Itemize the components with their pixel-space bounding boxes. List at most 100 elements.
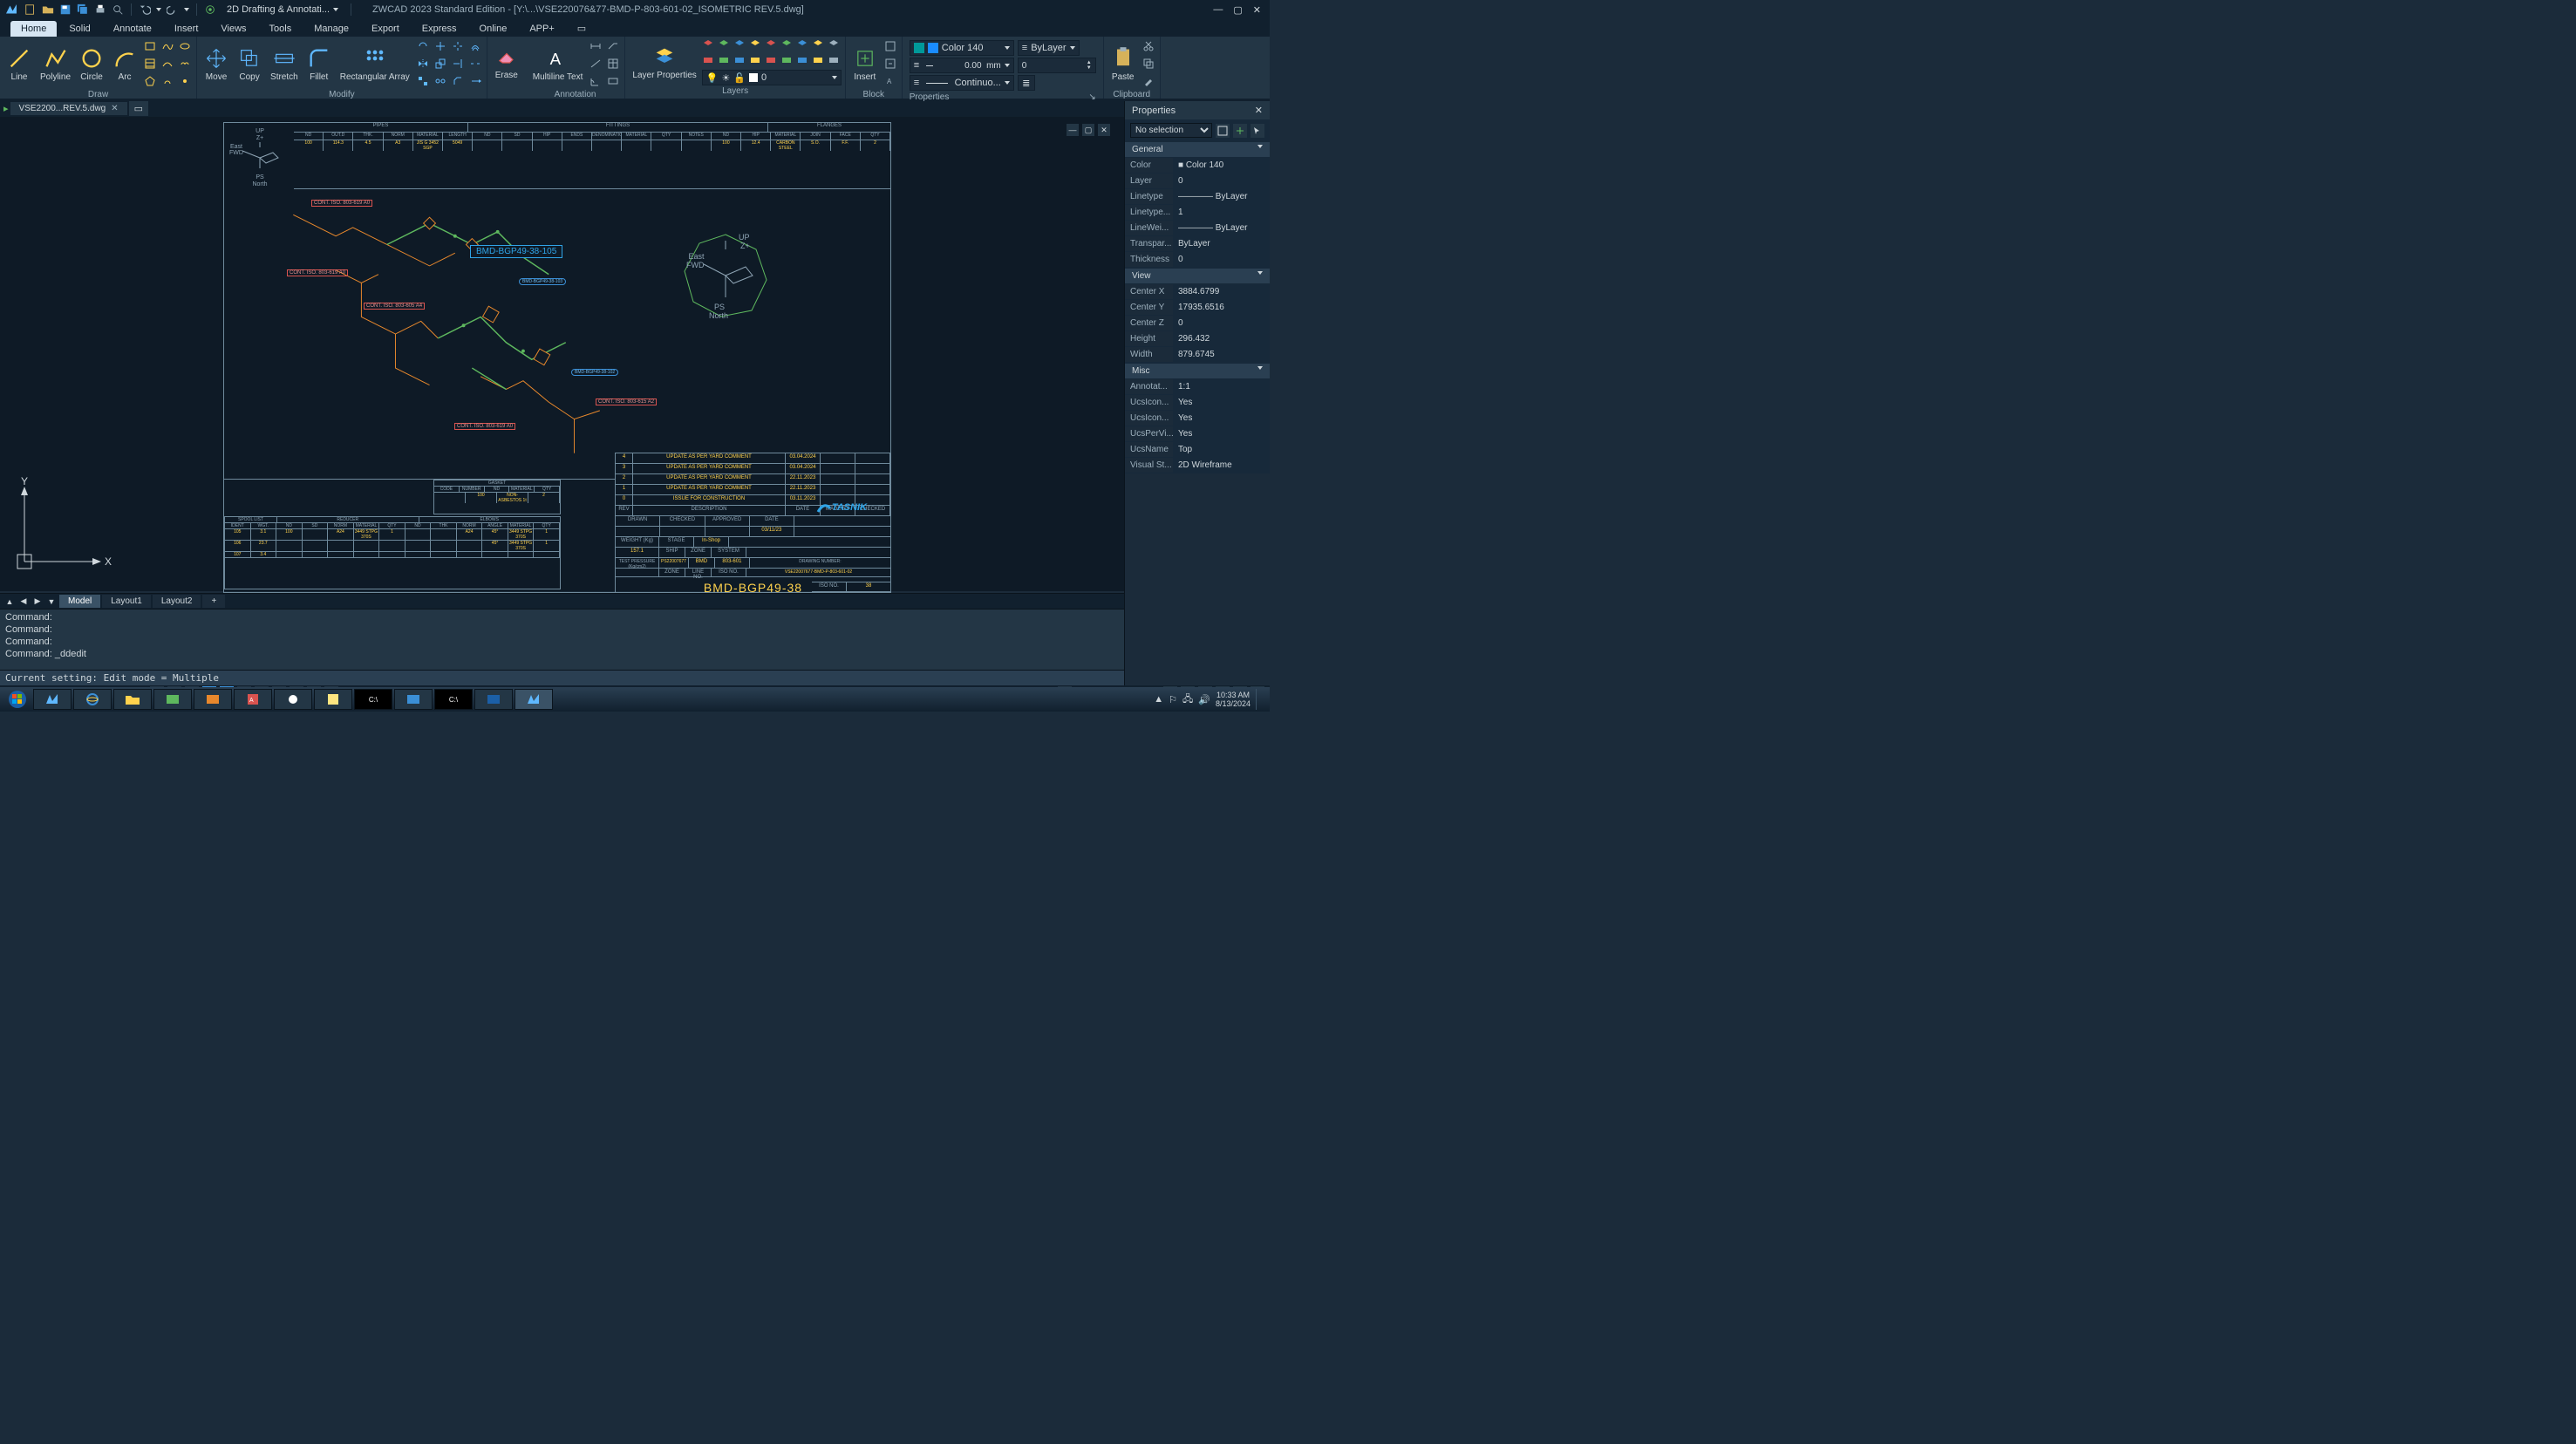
prop-row[interactable]: UcsIcon...Yes xyxy=(1125,411,1270,426)
layer-state-6-icon[interactable] xyxy=(780,38,794,52)
tool-extend-icon[interactable] xyxy=(450,56,466,72)
drawing-area[interactable]: — ▢ ✕ Y X UP Z+ EastFWD PS North PIPES F… xyxy=(0,117,1124,591)
prop-section-misc[interactable]: Misc xyxy=(1125,363,1270,379)
tool-move[interactable]: Move xyxy=(201,44,232,84)
tool-trim-icon[interactable] xyxy=(433,38,448,54)
layer-state-5-icon[interactable] xyxy=(765,38,779,52)
tool-dim-angular-icon[interactable] xyxy=(588,73,603,89)
tab-views[interactable]: Views xyxy=(210,21,256,37)
minimize-button[interactable]: — xyxy=(1213,4,1223,16)
select-objects-icon[interactable] xyxy=(1251,124,1264,138)
tool-explode-icon[interactable] xyxy=(450,38,466,54)
color-selector[interactable]: Color 140 xyxy=(910,40,1014,56)
taskbar-pdf-icon[interactable]: A xyxy=(234,689,272,710)
layer-state-3-icon[interactable] xyxy=(733,38,747,52)
command-history[interactable]: Command: Command: Command: Command: _dde… xyxy=(0,609,1124,670)
tool-insert[interactable]: Insert xyxy=(849,44,881,84)
tab-export[interactable]: Export xyxy=(361,21,410,37)
tool-dim-linear-icon[interactable] xyxy=(588,38,603,54)
layer-state-8-icon[interactable] xyxy=(812,38,826,52)
tool-ellipse-icon[interactable] xyxy=(177,38,193,54)
layer-state-4-icon[interactable] xyxy=(749,38,763,52)
tray-network-icon[interactable]: 🖧 xyxy=(1182,691,1193,708)
tool-stretch[interactable]: Stretch xyxy=(267,44,302,84)
tool-spline-icon[interactable] xyxy=(160,38,175,54)
layer-tool-5-icon[interactable] xyxy=(765,54,779,68)
prop-row[interactable]: Linetype...1 xyxy=(1125,205,1270,221)
tool-break-icon[interactable] xyxy=(467,56,483,72)
tool-field-icon[interactable] xyxy=(605,73,621,89)
clipboard-match-icon[interactable] xyxy=(1141,73,1156,89)
pick-add-icon[interactable] xyxy=(1233,124,1247,138)
command-input[interactable] xyxy=(5,672,1119,684)
file-tab-home-icon[interactable]: ▸ xyxy=(3,103,9,114)
file-tab-new-icon[interactable]: ▭ xyxy=(129,101,148,116)
layer-state-9-icon[interactable] xyxy=(828,38,842,52)
layout-tab-model[interactable]: Model xyxy=(59,595,100,608)
layout-tab-2[interactable]: Layout2 xyxy=(153,595,201,608)
layer-tool-4-icon[interactable] xyxy=(749,54,763,68)
layer-tool-2-icon[interactable] xyxy=(718,54,732,68)
workspace-selector[interactable]: 2D Drafting & Annotati... xyxy=(221,4,344,15)
properties-close-icon[interactable]: ✕ xyxy=(1255,105,1263,116)
pipe-tag-main[interactable]: BMD-BGP49-38-105 xyxy=(470,245,562,258)
tool-rotate-icon[interactable] xyxy=(415,38,431,54)
tool-point-icon[interactable] xyxy=(177,73,193,89)
tool-fillet[interactable]: Fillet xyxy=(303,44,335,84)
layout-last-icon[interactable]: ▼ xyxy=(45,597,58,606)
bylayer-selector[interactable]: ≡ByLayer xyxy=(1018,40,1080,56)
tray-up-icon[interactable]: ▲ xyxy=(1154,694,1163,705)
taskbar-ie-icon[interactable] xyxy=(73,689,112,710)
clipboard-copy-icon[interactable] xyxy=(1141,56,1156,72)
taskbar-cmd-icon[interactable]: C:\ xyxy=(354,689,392,710)
layer-state-7-icon[interactable] xyxy=(796,38,810,52)
layout-tab-1[interactable]: Layout1 xyxy=(102,595,151,608)
tool-arc[interactable]: Arc xyxy=(109,44,140,84)
taskbar-app1-icon[interactable] xyxy=(153,689,192,710)
tool-hatch-icon[interactable] xyxy=(142,56,158,72)
tool-line[interactable]: Line xyxy=(3,44,35,84)
layout-first-icon[interactable]: ▲ xyxy=(3,597,16,606)
layout-next-icon[interactable]: ▶ xyxy=(31,596,44,606)
tool-join-icon[interactable] xyxy=(433,73,448,89)
tool-donut-icon[interactable] xyxy=(160,73,175,89)
prop-row[interactable]: UcsNameTop xyxy=(1125,442,1270,458)
qat-save-icon[interactable] xyxy=(59,3,72,16)
taskbar-explorer-icon[interactable] xyxy=(113,689,152,710)
prop-row[interactable]: Annotat...1:1 xyxy=(1125,379,1270,395)
prop-row[interactable]: Center X3884.6799 xyxy=(1125,284,1270,300)
undo-dropdown-icon[interactable] xyxy=(156,8,161,11)
tool-leader-icon[interactable] xyxy=(605,38,621,54)
prop-row[interactable]: Linetype———— ByLayer xyxy=(1125,189,1270,205)
prop-row[interactable]: Height296.432 xyxy=(1125,331,1270,347)
tool-region-icon[interactable] xyxy=(160,56,175,72)
block-attr-icon[interactable]: A xyxy=(883,73,898,89)
tray-volume-icon[interactable]: 🔊 xyxy=(1198,694,1210,705)
qat-new-icon[interactable] xyxy=(24,3,37,16)
tool-revcloud-icon[interactable] xyxy=(177,56,193,72)
tab-insert[interactable]: Insert xyxy=(164,21,209,37)
layer-state-2-icon[interactable] xyxy=(718,38,732,52)
tool-lengthen-icon[interactable] xyxy=(467,73,483,89)
tool-chamfer-icon[interactable] xyxy=(450,73,466,89)
panel-properties-label[interactable]: Properties↘ xyxy=(906,92,1100,102)
prop-row[interactable]: Visual St...2D Wireframe xyxy=(1125,458,1270,473)
layer-tool-7-icon[interactable] xyxy=(796,54,810,68)
tool-dim-aligned-icon[interactable] xyxy=(588,56,603,72)
linetype-selector[interactable]: ≡Continuo... xyxy=(910,75,1014,91)
tab-app[interactable]: APP+ xyxy=(519,21,564,37)
layer-state-1-icon[interactable] xyxy=(702,38,716,52)
taskbar-zwcad-icon[interactable] xyxy=(33,689,72,710)
layer-tool-3-icon[interactable] xyxy=(733,54,747,68)
prop-row[interactable]: UcsIcon...Yes xyxy=(1125,395,1270,411)
layer-tool-9-icon[interactable] xyxy=(828,54,842,68)
layer-tool-1-icon[interactable] xyxy=(702,54,716,68)
tool-circle[interactable]: Circle xyxy=(76,44,107,84)
qat-saveall-icon[interactable] xyxy=(77,3,89,16)
tool-rect-icon[interactable] xyxy=(142,38,158,54)
taskbar-notes-icon[interactable] xyxy=(314,689,352,710)
taskbar-app5-icon[interactable] xyxy=(474,689,513,710)
file-tab-close-icon[interactable]: ✕ xyxy=(111,104,118,113)
prop-row[interactable]: Transpar...ByLayer xyxy=(1125,236,1270,252)
tray-flag-icon[interactable]: ⚐ xyxy=(1169,694,1177,705)
